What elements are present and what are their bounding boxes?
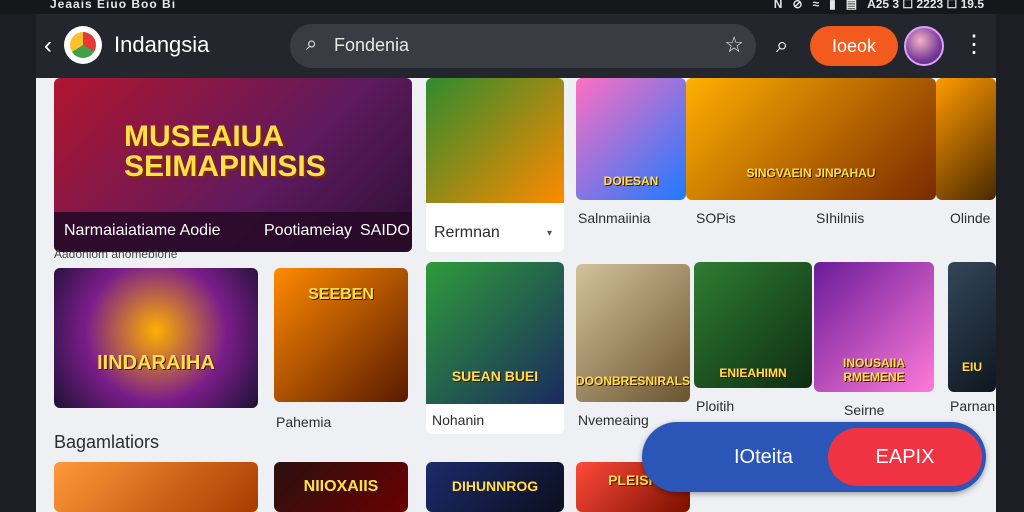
app-logo — [64, 26, 102, 64]
chevron-down-icon[interactable]: ▾ — [547, 228, 552, 239]
status-right-text: A25 3 ☐ 2223 ☐ 19.5 — [867, 0, 984, 11]
search-button[interactable]: ⌕ — [776, 32, 788, 58]
bottom-card-3[interactable]: DIHUNNROG — [426, 462, 564, 512]
status-bar: Jeaais Eiuo Boo Bi N ⊘ ≈ ▮ ▤ A25 3 ☐ 222… — [0, 0, 1024, 14]
middle-card-6[interactable]: INOUSAIIA RMEMENE — [814, 262, 934, 392]
background-right — [996, 14, 1024, 512]
banner-title: MUSEAIUA SEIMAPINISIS — [124, 120, 326, 183]
status-icon: ▤ — [845, 0, 858, 11]
hero-banner[interactable]: MUSEAIUA SEIMAPINISIS Narmaiaiatiame Aod… — [54, 78, 412, 252]
card-caption: Parnan — [950, 398, 996, 414]
avatar[interactable] — [904, 26, 944, 66]
app-bar: ‹ Indangsia ⌕ Fondenia ☆ ⌕ Ioeok ⋮ — [36, 14, 996, 78]
section-subtitle: Aadoniom anomeblorie — [54, 247, 178, 261]
middle-card-2[interactable]: SEEBEN — [274, 268, 408, 402]
middle-card-3[interactable]: SUEAN BUEI Nohanin — [426, 262, 564, 434]
card-label: NIIOXAIIS — [303, 478, 379, 495]
top-card-3[interactable]: SINGVAEIN JINPAHAU — [686, 78, 936, 200]
promo-pill[interactable]: IOteita EAPIX — [642, 422, 986, 492]
star-icon[interactable]: ☆ — [724, 32, 744, 58]
status-icon: ⊘ — [792, 0, 803, 11]
card-label: ENIEAHIMN — [719, 366, 787, 380]
search-input[interactable]: Fondenia — [334, 35, 409, 56]
middle-card-4[interactable]: DOONBRESNIRALS — [576, 264, 690, 402]
card-caption: Salnmaiinia — [578, 210, 651, 226]
card-caption: Nvemeaing — [578, 412, 649, 428]
back-chevron-icon[interactable]: ‹ — [44, 32, 52, 60]
search-bar[interactable]: ⌕ Fondenia ☆ — [290, 24, 756, 68]
card-caption: SOPis — [696, 210, 736, 226]
top-card-1[interactable]: Rermnan ▾ — [426, 78, 564, 252]
bottom-card-2[interactable]: NIIOXAIIS — [274, 462, 408, 512]
status-right: N ⊘ ≈ ▮ ▤ A25 3 ☐ 2223 ☐ 19.5 — [774, 0, 984, 11]
promo-action-button[interactable]: EAPIX — [828, 428, 982, 486]
card-label: SINGVAEIN JINPAHAU — [746, 166, 876, 180]
card-label: DIHUNNROG — [451, 478, 539, 494]
card-caption: SIhilniis — [816, 210, 865, 226]
card-label: EIU — [961, 360, 982, 374]
card-label: IINDARAIHA — [97, 352, 215, 374]
status-left-text: Jeaais Eiuo Boo Bi — [50, 0, 177, 11]
card-label: DOIESAN — [603, 174, 659, 188]
middle-card-5[interactable]: ENIEAHIMN — [694, 262, 812, 388]
search-icon: ⌕ — [306, 33, 318, 55]
bottom-card-1[interactable] — [54, 462, 258, 512]
card-label: SUEAN BUEI — [451, 368, 539, 384]
card-caption: Seirne — [844, 402, 885, 418]
background-left — [0, 14, 36, 512]
status-icon: ▮ — [829, 0, 836, 11]
status-icon: ≈ — [812, 0, 820, 11]
status-icon: N — [773, 0, 783, 11]
card-caption: Nohanin — [432, 412, 485, 428]
logo-emblem-icon — [70, 32, 96, 58]
banner-foot-right: SAIDO — [360, 222, 410, 239]
orange-action-button[interactable]: Ioeok — [810, 26, 898, 66]
app-frame: ‹ Indangsia ⌕ Fondenia ☆ ⌕ Ioeok ⋮ MUSEA… — [36, 14, 996, 512]
more-icon[interactable]: ⋮ — [962, 30, 986, 59]
card-caption: Pahemia — [276, 414, 332, 430]
card-caption: Rermnan — [434, 224, 500, 241]
banner-footer: Narmaiaiatiame Aodie Pootiameiay SAIDO — [54, 212, 412, 252]
middle-card-1[interactable]: IINDARAIHA — [54, 268, 258, 408]
top-card-5[interactable] — [936, 78, 996, 200]
card-caption: Ploitih — [696, 398, 735, 414]
card-label: DOONBRESNIRALS — [576, 374, 690, 388]
card-label: SEEBEN — [308, 286, 374, 303]
promo-left-text: IOteita — [734, 446, 793, 468]
app-title: Indangsia — [114, 32, 210, 57]
banner-foot-left: Narmaiaiatiame Aodie — [64, 222, 221, 239]
middle-card-7[interactable]: EIU — [948, 262, 996, 392]
banner-foot-middle: Pootiameiay — [264, 222, 353, 239]
card-caption: Olinde — [950, 210, 991, 226]
top-card-2[interactable]: DOIESAN — [576, 78, 686, 200]
section-title: Bagamlatiors — [54, 432, 160, 452]
card-thumbnail — [426, 78, 564, 203]
card-label: INOUSAIIA RMEMENE — [842, 356, 905, 384]
